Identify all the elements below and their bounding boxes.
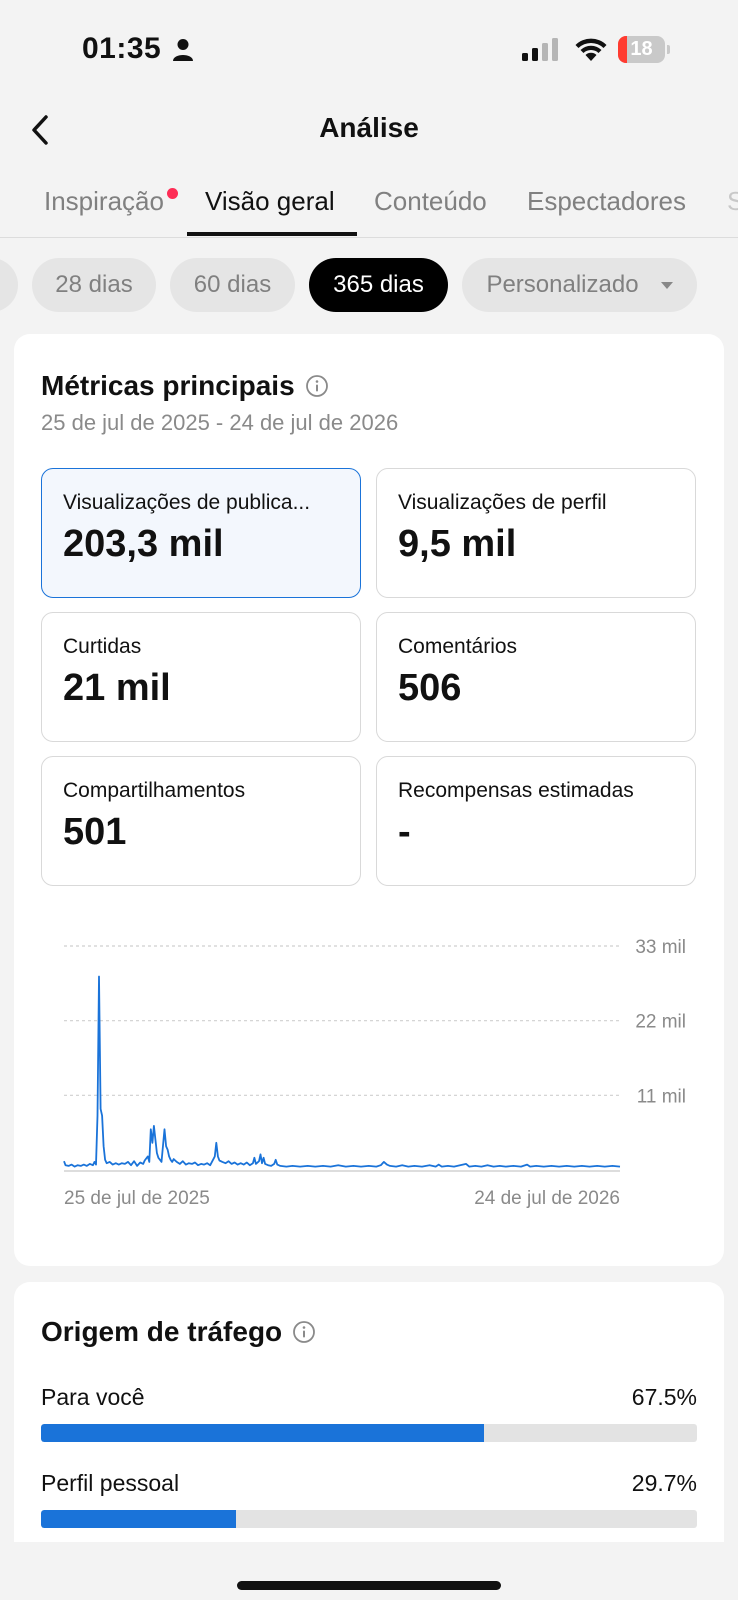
metric-label: Curtidas xyxy=(63,635,142,658)
chip-28-dias[interactable]: 28 dias xyxy=(32,258,156,312)
progress-track xyxy=(41,1510,697,1528)
chip-label: 60 dias xyxy=(193,271,272,298)
chip-label: 365 dias xyxy=(333,271,424,298)
notification-dot xyxy=(166,188,178,199)
progress-bar xyxy=(41,1424,484,1442)
traffic-heading: Origem de tráfego xyxy=(41,1316,316,1348)
metric-value: 506 xyxy=(398,667,462,709)
status-bar: 01:35 18 xyxy=(0,0,738,100)
progress-bar xyxy=(41,1510,236,1528)
cellular-signal-icon xyxy=(522,38,558,61)
tab-label: Inspiração xyxy=(44,186,164,216)
metric-value: 501 xyxy=(63,811,127,853)
bottom-safe-area xyxy=(0,1542,738,1600)
tab-label: Espectadores xyxy=(527,186,686,216)
x-tick-label-end: 24 de jul de 2026 xyxy=(474,1188,620,1209)
metric-label: Recompensas estimadas xyxy=(398,779,634,802)
wifi-icon xyxy=(575,38,607,61)
battery-indicator: 18 xyxy=(618,36,670,63)
key-metrics-card: Métricas principais 25 de jul de 2025 - … xyxy=(14,334,724,1266)
chip-365-dias[interactable]: 365 dias xyxy=(309,258,448,312)
info-icon[interactable] xyxy=(305,374,329,398)
metric-card-comments[interactable]: Comentários 506 xyxy=(376,612,696,742)
metric-label: Visualizações de perfil xyxy=(398,491,607,514)
views-line-chart: 33 mil 22 mil 11 mil 25 de jul de 2025 24 de… xyxy=(34,902,704,1232)
metric-value: 21 mil xyxy=(63,667,171,709)
tab-bar: Inspiração Visão geral Conteúdo Espectad… xyxy=(0,182,738,238)
tab-visao-geral[interactable]: Visão geral xyxy=(205,186,335,217)
traffic-percent: 29.7% xyxy=(631,1470,697,1496)
home-indicator[interactable] xyxy=(237,1581,501,1590)
period-selector: 28 dias 60 dias 365 dias Personalizado xyxy=(0,258,738,314)
chip-60-dias[interactable]: 60 dias xyxy=(170,258,295,312)
chart-svg: 33 mil 22 mil 11 mil 25 de jul de 2025 24 de… xyxy=(63,937,686,1209)
section-title: Métricas principais xyxy=(41,370,295,401)
metric-value: 9,5 mil xyxy=(398,523,517,565)
chip-personalizado[interactable]: Personalizado xyxy=(462,258,697,312)
tab-conteudo[interactable]: Conteúdo xyxy=(374,186,487,217)
progress-track xyxy=(41,1424,697,1442)
chip-label: 28 dias xyxy=(55,271,133,298)
metric-card-profile-views[interactable]: Visualizações de perfil 9,5 mil xyxy=(376,468,696,598)
chip-label: Personalizado xyxy=(486,271,639,298)
traffic-label: Perfil pessoal xyxy=(41,1470,180,1496)
info-icon[interactable] xyxy=(292,1320,316,1344)
tab-label: Visão geral xyxy=(205,186,335,216)
metric-card-likes[interactable]: Curtidas 21 mil xyxy=(41,612,361,742)
key-metrics-heading: Métricas principais xyxy=(41,370,329,402)
metric-value: - xyxy=(398,811,411,853)
metric-label: Visualizações de publica... xyxy=(63,491,311,514)
date-range: 25 de jul de 2025 - 24 de jul de 2026 xyxy=(41,410,399,435)
metric-label: Compartilhamentos xyxy=(63,779,246,802)
x-tick-label-start: 25 de jul de 2025 xyxy=(64,1188,210,1209)
tab-partial[interactable]: S xyxy=(727,186,738,217)
header: Análise xyxy=(0,100,738,162)
metric-value: 203,3 mil xyxy=(63,523,224,565)
tab-label: S xyxy=(727,186,738,216)
traffic-percent: 67.5% xyxy=(631,1384,697,1410)
y-tick-label: 22 mil xyxy=(635,1012,686,1033)
series-line xyxy=(63,975,621,1168)
active-tab-indicator xyxy=(187,232,357,236)
metric-card-estimated-rewards[interactable]: Recompensas estimadas - xyxy=(376,756,696,886)
person-icon xyxy=(173,39,193,61)
status-time: 01:35 xyxy=(82,32,162,65)
tab-inspiracao[interactable]: Inspiração xyxy=(44,186,178,217)
traffic-label: Para você xyxy=(41,1384,145,1410)
caret-down-icon xyxy=(660,281,673,289)
tab-label: Conteúdo xyxy=(374,186,487,216)
y-tick-label: 11 mil xyxy=(637,1086,686,1107)
tab-espectadores[interactable]: Espectadores xyxy=(527,186,686,217)
section-title: Origem de tráfego xyxy=(41,1316,283,1347)
metric-card-shares[interactable]: Compartilhamentos 501 xyxy=(41,756,361,886)
y-tick-label: 33 mil xyxy=(635,937,686,958)
chip-partial-left[interactable] xyxy=(0,258,18,312)
page-title: Análise xyxy=(319,112,419,143)
metric-label: Comentários xyxy=(398,635,518,658)
battery-level: 18 xyxy=(630,38,653,60)
metric-card-post-views[interactable]: Visualizações de publica... 203,3 mil xyxy=(41,468,361,598)
